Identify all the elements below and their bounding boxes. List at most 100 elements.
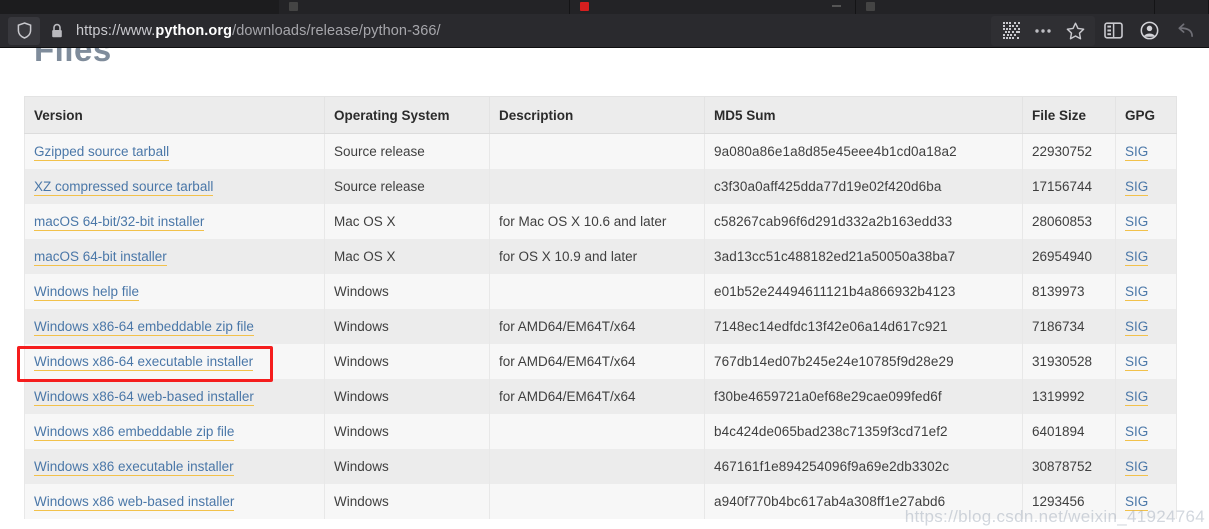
- cell-description: for AMD64/EM64T/x64: [489, 343, 705, 379]
- gpg-signature-link[interactable]: SIG: [1125, 423, 1149, 441]
- version-download-link[interactable]: macOS 64-bit installer: [34, 248, 167, 266]
- cell-description: [489, 133, 705, 169]
- browser-chrome: https://www.python.org/downloads/release…: [0, 0, 1209, 48]
- cell-md5: 767db14ed07b245e24e10785f9d28e29: [704, 343, 1023, 379]
- version-download-link[interactable]: Windows x86-64 embeddable zip file: [34, 318, 254, 336]
- back-button[interactable]: [1167, 16, 1203, 46]
- cell-version: macOS 64-bit/32-bit installer: [24, 203, 325, 239]
- cell-version: macOS 64-bit installer: [24, 238, 325, 274]
- star-icon: [1066, 22, 1084, 39]
- cell-os: Windows: [324, 448, 490, 484]
- gpg-signature-link[interactable]: SIG: [1125, 353, 1149, 371]
- table-header-row: Version Operating System Description MD5…: [24, 96, 1177, 134]
- version-download-link[interactable]: Windows x86 web-based installer: [34, 493, 235, 511]
- shield-icon: [17, 22, 31, 39]
- tab-close-icon[interactable]: [832, 5, 841, 7]
- cell-version: Windows x86 web-based installer: [24, 483, 325, 519]
- files-table-container: Version Operating System Description MD5…: [24, 96, 1177, 519]
- cell-description: [489, 273, 705, 309]
- cell-description: for AMD64/EM64T/x64: [489, 378, 705, 414]
- cell-md5: 7148ec14edfdc13f42e06a14d617c921: [704, 308, 1023, 344]
- cell-filesize: 31930528: [1022, 343, 1116, 379]
- back-arrow-icon: [1177, 23, 1193, 38]
- cell-gpg: SIG: [1115, 413, 1177, 449]
- files-table: Version Operating System Description MD5…: [24, 96, 1177, 519]
- toolbar-actions: [991, 14, 1203, 48]
- table-row: XZ compressed source tarball Source relea…: [24, 168, 1177, 204]
- cell-md5: 9a080a86e1a8d85e45eee4b1cd0a18a2: [704, 133, 1023, 169]
- cell-os: Windows: [324, 378, 490, 414]
- gpg-signature-link[interactable]: SIG: [1125, 388, 1149, 406]
- page-actions-menu-button[interactable]: [1027, 16, 1059, 46]
- version-download-link[interactable]: macOS 64-bit/32-bit installer: [34, 213, 205, 231]
- table-row: macOS 64-bit installer Mac OS Xfor OS X 1…: [24, 238, 1177, 274]
- gpg-signature-link[interactable]: SIG: [1125, 283, 1149, 301]
- cell-version: XZ compressed source tarball: [24, 168, 325, 204]
- bookmark-button[interactable]: [1059, 16, 1091, 46]
- browser-tab[interactable]: [1155, 0, 1209, 14]
- tab-strip-left-area[interactable]: [0, 0, 279, 14]
- cell-gpg: SIG: [1115, 308, 1177, 344]
- cell-description: for AMD64/EM64T/x64: [489, 308, 705, 344]
- cell-md5: 3ad13cc51c488182ed21a50050a38ba7: [704, 238, 1023, 274]
- cell-os: Windows: [324, 273, 490, 309]
- version-download-link[interactable]: Gzipped source tarball: [34, 143, 170, 161]
- account-button[interactable]: [1131, 16, 1167, 46]
- url-path: /downloads/release/python-366/: [232, 22, 441, 39]
- column-header-gpg: GPG: [1115, 96, 1177, 134]
- gpg-signature-link[interactable]: SIG: [1125, 213, 1149, 231]
- cell-md5: e01b52e24494611121b4a866932b4123: [704, 273, 1023, 309]
- browser-tab[interactable]: [279, 0, 570, 14]
- gpg-signature-link[interactable]: SIG: [1125, 143, 1149, 161]
- cell-filesize: 28060853: [1022, 203, 1116, 239]
- version-download-link[interactable]: Windows x86-64 web-based installer: [34, 388, 254, 406]
- cell-description: [489, 413, 705, 449]
- cell-gpg: SIG: [1115, 203, 1177, 239]
- qr-code-button[interactable]: [995, 16, 1027, 46]
- column-header-filesize: File Size: [1022, 96, 1116, 134]
- tab-favicon-icon: [866, 2, 875, 11]
- gpg-signature-link[interactable]: SIG: [1125, 458, 1149, 476]
- connection-secure-lock-button[interactable]: [42, 17, 72, 45]
- tab-favicon-icon: [289, 2, 298, 11]
- table-row: Gzipped source tarball Source release 9a08…: [24, 133, 1177, 169]
- table-row: Windows x86 embeddable zip file Windows b4…: [24, 413, 1177, 449]
- column-header-md5: MD5 Sum: [704, 96, 1023, 134]
- cell-description: [489, 448, 705, 484]
- cell-filesize: 7186734: [1022, 308, 1116, 344]
- cell-gpg: SIG: [1115, 238, 1177, 274]
- gpg-signature-link[interactable]: SIG: [1125, 178, 1149, 196]
- cell-gpg: SIG: [1115, 168, 1177, 204]
- version-download-link[interactable]: Windows help file: [34, 283, 140, 301]
- address-bar[interactable]: https://www.python.org/downloads/release…: [0, 14, 991, 48]
- cell-os: Windows: [324, 343, 490, 379]
- version-download-link[interactable]: Windows x86 embeddable zip file: [34, 423, 235, 441]
- sidebar-toggle-button[interactable]: [1095, 16, 1131, 46]
- table-row: macOS 64-bit/32-bit installer Mac OS Xfor…: [24, 203, 1177, 239]
- cell-gpg: SIG: [1115, 343, 1177, 379]
- cell-os: Mac OS X: [324, 203, 490, 239]
- column-header-os: Operating System: [324, 96, 490, 134]
- cell-os: Mac OS X: [324, 238, 490, 274]
- cell-version: Windows x86-64 web-based installer: [24, 378, 325, 414]
- tab-favicon-icon: [580, 2, 589, 11]
- cell-description: [489, 483, 705, 519]
- cell-md5: c58267cab96f6d291d332a2b163edd33: [704, 203, 1023, 239]
- browser-window: Files Version Operating System Descripti…: [0, 0, 1209, 529]
- cell-filesize: 30878752: [1022, 448, 1116, 484]
- url-text[interactable]: https://www.python.org/downloads/release…: [76, 23, 441, 39]
- version-download-link[interactable]: Windows x86-64 executable installer: [34, 353, 254, 371]
- gpg-signature-link[interactable]: SIG: [1125, 318, 1149, 336]
- cell-md5: b4c424de065bad238c71359f3cd71ef2: [704, 413, 1023, 449]
- page-content: Files Version Operating System Descripti…: [0, 0, 1209, 529]
- cell-version: Windows x86 embeddable zip file: [24, 413, 325, 449]
- cell-md5: c3f30a0aff425dda77d19e02f420d6ba: [704, 168, 1023, 204]
- browser-tab[interactable]: [570, 0, 856, 14]
- version-download-link[interactable]: Windows x86 executable installer: [34, 458, 234, 476]
- cell-gpg: SIG: [1115, 273, 1177, 309]
- ellipsis-icon: [1035, 28, 1051, 33]
- browser-tab[interactable]: [856, 0, 1155, 14]
- version-download-link[interactable]: XZ compressed source tarball: [34, 178, 214, 196]
- tracking-protection-shield-button[interactable]: [8, 16, 40, 45]
- gpg-signature-link[interactable]: SIG: [1125, 248, 1149, 266]
